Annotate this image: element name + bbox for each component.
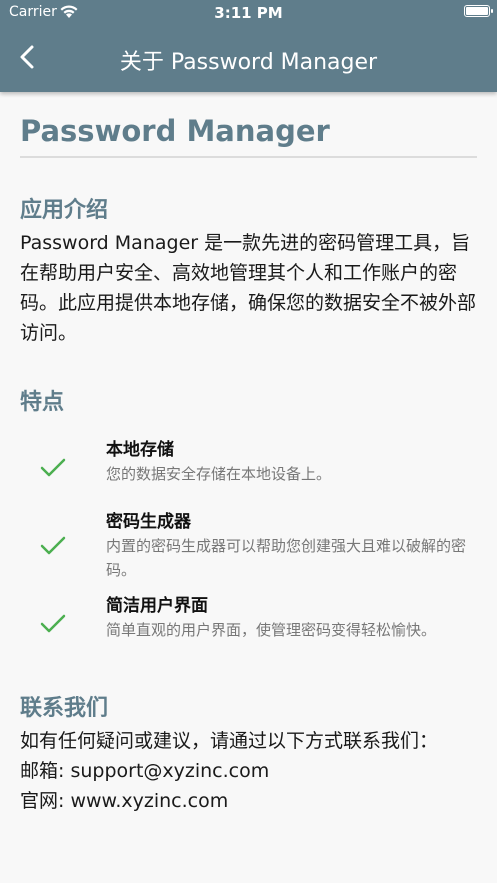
feature-item: 本地存储 您的数据安全存储在本地设备上。	[20, 438, 477, 498]
feature-desc: 内置的密码生成器可以帮助您创建强大且难以破解的密码。	[106, 537, 467, 579]
feature-desc: 您的数据安全存储在本地设备上。	[106, 465, 332, 483]
app-title: Password Manager	[20, 114, 477, 158]
contact-text: 如有任何疑问或建议，请通过以下方式联系我们：	[20, 730, 439, 752]
features-heading: 特点	[20, 390, 65, 415]
about-content: Password Manager 应用介绍 Password Manager 是…	[20, 92, 477, 816]
intro-heading: 应用介绍	[20, 198, 109, 223]
feature-item: 密码生成器 内置的密码生成器可以帮助您创建强大且难以破解的密码。	[20, 510, 477, 582]
battery-icon	[464, 5, 493, 17]
intro-text: Password Manager 是一款先进的密码管理工具，旨在帮助用户安全、高…	[20, 232, 477, 344]
feature-title: 简洁用户界面	[106, 596, 208, 616]
feature-item: 简洁用户界面 简单直观的用户界面，使管理密码变得轻松愉快。	[20, 594, 477, 654]
feature-title: 密码生成器	[106, 512, 191, 532]
contact-website[interactable]: 官网: www.xyzinc.com	[20, 786, 477, 816]
checkmark-icon	[40, 614, 66, 633]
feature-title: 本地存储	[106, 440, 174, 460]
contact-heading: 联系我们	[20, 696, 109, 721]
features-list: 本地存储 您的数据安全存储在本地设备上。 密码生成器 内置的密码生成器可以帮助您…	[20, 438, 477, 654]
status-time: 3:11 PM	[214, 4, 283, 22]
contact-email[interactable]: 邮箱: support@xyzinc.com	[20, 756, 477, 786]
checkmark-icon	[40, 536, 66, 555]
status-bar: Carrier 3:11 PM	[0, 0, 497, 26]
feature-desc: 简单直观的用户界面，使管理密码变得轻松愉快。	[106, 621, 437, 639]
app-header: Carrier 3:11 PM 关于 Password Manager	[0, 0, 497, 92]
checkmark-icon	[40, 458, 66, 477]
nav-title: 关于 Password Manager	[119, 50, 378, 75]
